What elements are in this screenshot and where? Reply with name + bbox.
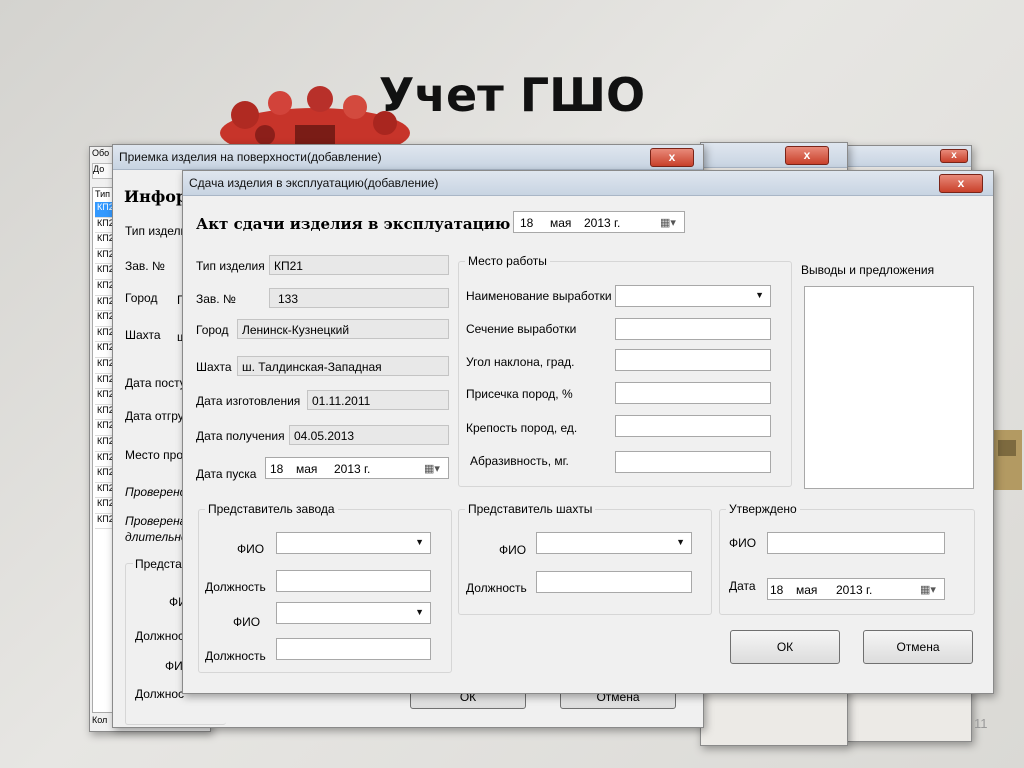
group-title: Утверждено [726, 502, 800, 516]
commissioning-window: Сдача изделия в эксплуатацию(добавление)… [182, 170, 994, 694]
mine-label: Шахта [196, 360, 232, 374]
city-label: Город [196, 323, 229, 337]
calendar-icon[interactable]: ▦▾ [424, 462, 444, 476]
abrasiveness-label: Абразивность, мг. [470, 454, 569, 468]
received-date-label: Дата посту [125, 376, 186, 390]
act-heading: Акт сдачи изделия в эксплуатацию от [196, 215, 535, 233]
conclusions-textarea[interactable] [804, 286, 974, 489]
fio-label-2: ФИ [165, 659, 183, 673]
angle-input[interactable] [615, 349, 771, 371]
close-button[interactable]: x [650, 148, 694, 167]
window-title: Приемка изделия на поверхности(добавлени… [119, 150, 382, 164]
received-date-label: Дата получения [196, 429, 285, 443]
factory-position-input[interactable] [276, 570, 431, 592]
checked-long-label-2: длительно [125, 530, 188, 544]
serial-field: 133 [269, 288, 449, 308]
approved-date-picker[interactable]: 18 мая 2013 г. ▦▾ [767, 578, 945, 600]
working-name-select[interactable]: ▼ [615, 285, 771, 307]
city-field: Ленинск-Кузнецкий [237, 319, 449, 339]
page-number: 11 [974, 716, 988, 731]
mine-position-label: Должность [466, 581, 527, 595]
rock-cut-input[interactable] [615, 382, 771, 404]
calendar-icon[interactable]: ▦▾ [920, 583, 940, 597]
section-heading: Инфор [124, 187, 188, 206]
calendar-icon[interactable]: ▦▾ [660, 216, 680, 230]
mine-fio-select[interactable]: ▼ [536, 532, 692, 554]
factory-position2-input[interactable] [276, 638, 431, 660]
approved-fio-label: ФИО [729, 536, 757, 550]
checked-long-label: Проверена [125, 514, 187, 528]
close-button[interactable]: x [940, 149, 968, 163]
close-button[interactable]: x [785, 146, 829, 165]
factory-fio2-select[interactable]: ▼ [276, 602, 431, 624]
approved-date-label: Дата [729, 579, 756, 593]
position-label: Должнос [135, 629, 185, 643]
factory-position-label: Должность [205, 580, 266, 594]
type-label: Тип изделия [196, 259, 265, 273]
act-date-picker[interactable]: 18 мая 2013 г. ▦▾ [513, 211, 685, 233]
type-field: КП21 [269, 255, 449, 275]
mine-field: ш. Талдинская-Западная [237, 356, 449, 376]
rock-cut-label: Присечка пород, % [466, 387, 573, 401]
mine-fio-label: ФИО [499, 543, 527, 557]
factory-fio-label: ФИО [237, 542, 265, 556]
cancel-button[interactable]: Отмена [863, 630, 973, 664]
window-title: Сдача изделия в эксплуатацию(добавление) [189, 176, 439, 190]
manufacture-date-label: Дата изготовления [196, 394, 301, 408]
serial-label: Зав. № [125, 259, 165, 273]
column-header[interactable]: Тип [95, 189, 110, 199]
mine-position-input[interactable] [536, 571, 692, 593]
angle-label: Угол наклона, град. [466, 355, 575, 369]
mine-representative-group: Представитель шахты [458, 502, 712, 615]
manufacture-date-field: 01.11.2011 [307, 390, 449, 410]
section-input[interactable] [615, 318, 771, 340]
approved-fio-input[interactable] [767, 532, 945, 554]
factory-fio-select[interactable]: ▼ [276, 532, 431, 554]
abrasiveness-input[interactable] [615, 451, 771, 473]
factory-fio2-label: ФИО [233, 615, 261, 629]
type-label: Тип издели [125, 224, 188, 238]
close-button[interactable]: x [939, 174, 983, 193]
group-title: Представитель завода [205, 502, 338, 516]
position-label-2: Должнос [135, 687, 185, 701]
start-date-picker[interactable]: 18 мая 2013 г. ▦▾ [265, 457, 449, 479]
mine-label: Шахта [125, 328, 161, 342]
working-name-label: Наименование выработки [466, 289, 612, 303]
section-label: Сечение выработки [466, 322, 577, 336]
rock-hardness-label: Крепость пород, ед. [466, 421, 578, 435]
location-label: Место пров [125, 448, 190, 462]
slide-title: Учет ГШО [378, 68, 646, 122]
checked-label: Проверено [125, 485, 187, 499]
factory-position2-label: Должность [205, 649, 266, 663]
rock-hardness-input[interactable] [615, 415, 771, 437]
group-title: Представитель шахты [465, 502, 596, 516]
serial-label: Зав. № [196, 292, 236, 306]
received-date-field: 04.05.2013 [289, 425, 449, 445]
ok-button[interactable]: ОК [730, 630, 840, 664]
footer-count: Кол [92, 715, 108, 725]
start-date-label: Дата пуска [196, 467, 257, 481]
shipped-date-label: Дата отгру [125, 409, 184, 423]
group-title: Место работы [465, 254, 550, 268]
window-title: Обо [92, 148, 110, 158]
conclusions-label: Выводы и предложения [801, 263, 935, 277]
city-label: Город [125, 291, 158, 305]
